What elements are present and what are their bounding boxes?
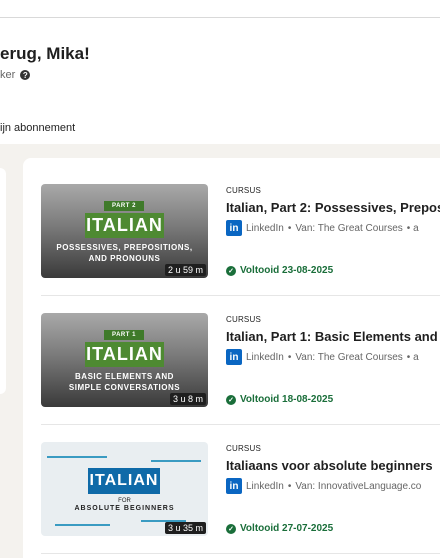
- divider: [41, 553, 440, 554]
- thumb-subtitle: ABSOLUTE BEGINNERS: [74, 505, 175, 512]
- author-name: Van: InnovativeLanguage.co: [295, 480, 422, 492]
- course-meta: in LinkedIn • Van: The Great Courses • a: [226, 220, 419, 236]
- thumb-for: FOR: [118, 498, 131, 504]
- linkedin-icon: in: [226, 220, 242, 236]
- top-bar: [0, 0, 440, 18]
- help-icon[interactable]: ?: [20, 70, 31, 80]
- subscription-link[interactable]: ijn abonnement: [0, 122, 75, 134]
- completion-status: ✓ Voltooid 23-08-2025: [226, 265, 333, 276]
- provider-name: LinkedIn: [246, 351, 284, 363]
- greeting-title: erug, Mika!: [0, 44, 90, 63]
- thumb-subtitle-1: BASIC ELEMENTS AND: [75, 372, 174, 381]
- course-title[interactable]: Italiaans voor absolute beginners: [226, 458, 433, 473]
- course-title[interactable]: Italian, Part 2: Possessives, Prepos: [226, 200, 440, 215]
- thumb-subtitle-2: SIMPLE CONVERSATIONS: [68, 383, 181, 392]
- learner-subtitle: ker: [0, 69, 16, 81]
- course-item[interactable]: ITALIAN FOR ABSOLUTE BEGINNERS 3 u 35 m …: [41, 442, 440, 540]
- duration-badge: 3 u 8 m: [169, 393, 206, 405]
- decor-line: [55, 524, 110, 526]
- courses-card: PART 2 ITALIAN POSSESSIVES, PREPOSITIONS…: [23, 158, 440, 558]
- meta-extra: • a: [406, 222, 419, 234]
- divider: [41, 424, 440, 425]
- course-thumbnail[interactable]: PART 2 ITALIAN POSSESSIVES, PREPOSITIONS…: [41, 184, 208, 278]
- course-meta: in LinkedIn • Van: The Great Courses • a: [226, 349, 419, 365]
- divider: [41, 295, 440, 296]
- content-type-label: CURSUS: [226, 315, 261, 324]
- course-thumbnail[interactable]: ITALIAN FOR ABSOLUTE BEGINNERS 3 u 35 m: [41, 442, 208, 536]
- content-type-label: CURSUS: [226, 444, 261, 453]
- check-circle-icon: ✓: [226, 523, 236, 534]
- thumb-title: ITALIAN: [88, 468, 160, 494]
- course-title[interactable]: Italian, Part 1: Basic Elements and: [226, 329, 438, 344]
- welcome-header: erug, Mika! ker ? ijn abonnement: [0, 18, 440, 144]
- content-type-label: CURSUS: [226, 186, 261, 195]
- provider-name: LinkedIn: [246, 222, 284, 234]
- meta-extra: • a: [406, 351, 419, 363]
- thumb-title: ITALIAN: [85, 342, 164, 367]
- completion-status: ✓ Voltooid 18-08-2025: [226, 394, 333, 405]
- duration-badge: 3 u 35 m: [164, 522, 206, 534]
- author-name: Van: The Great Courses: [295, 222, 403, 234]
- side-panel: [0, 168, 6, 394]
- course-item[interactable]: PART 1 ITALIAN BASIC ELEMENTS AND SIMPLE…: [41, 313, 440, 411]
- decor-line: [151, 460, 201, 462]
- linkedin-icon: in: [226, 478, 242, 494]
- completion-text: Voltooid 23-08-2025: [240, 265, 334, 276]
- course-thumbnail[interactable]: PART 1 ITALIAN BASIC ELEMENTS AND SIMPLE…: [41, 313, 208, 407]
- provider-name: LinkedIn: [246, 480, 284, 492]
- thumb-part-badge: PART 1: [104, 330, 144, 340]
- thumb-subtitle-2: AND PRONOUNS: [88, 254, 161, 263]
- duration-badge: 2 u 59 m: [164, 264, 206, 276]
- check-circle-icon: ✓: [226, 394, 236, 405]
- course-item[interactable]: PART 2 ITALIAN POSSESSIVES, PREPOSITIONS…: [41, 184, 440, 282]
- completion-text: Voltooid 18-08-2025: [240, 394, 334, 405]
- thumb-title: ITALIAN: [85, 213, 164, 238]
- thumb-part-badge: PART 2: [104, 201, 144, 211]
- decor-line: [47, 456, 107, 458]
- linkedin-icon: in: [226, 349, 242, 365]
- check-circle-icon: ✓: [226, 265, 236, 276]
- learner-subtitle-row: ker ?: [0, 69, 31, 81]
- thumb-subtitle-1: POSSESSIVES, PREPOSITIONS,: [56, 243, 193, 252]
- completion-text: Voltooid 27-07-2025: [240, 523, 334, 534]
- completion-status: ✓ Voltooid 27-07-2025: [226, 523, 333, 534]
- author-name: Van: The Great Courses: [295, 351, 403, 363]
- course-meta: in LinkedIn • Van: InnovativeLanguage.co: [226, 478, 421, 494]
